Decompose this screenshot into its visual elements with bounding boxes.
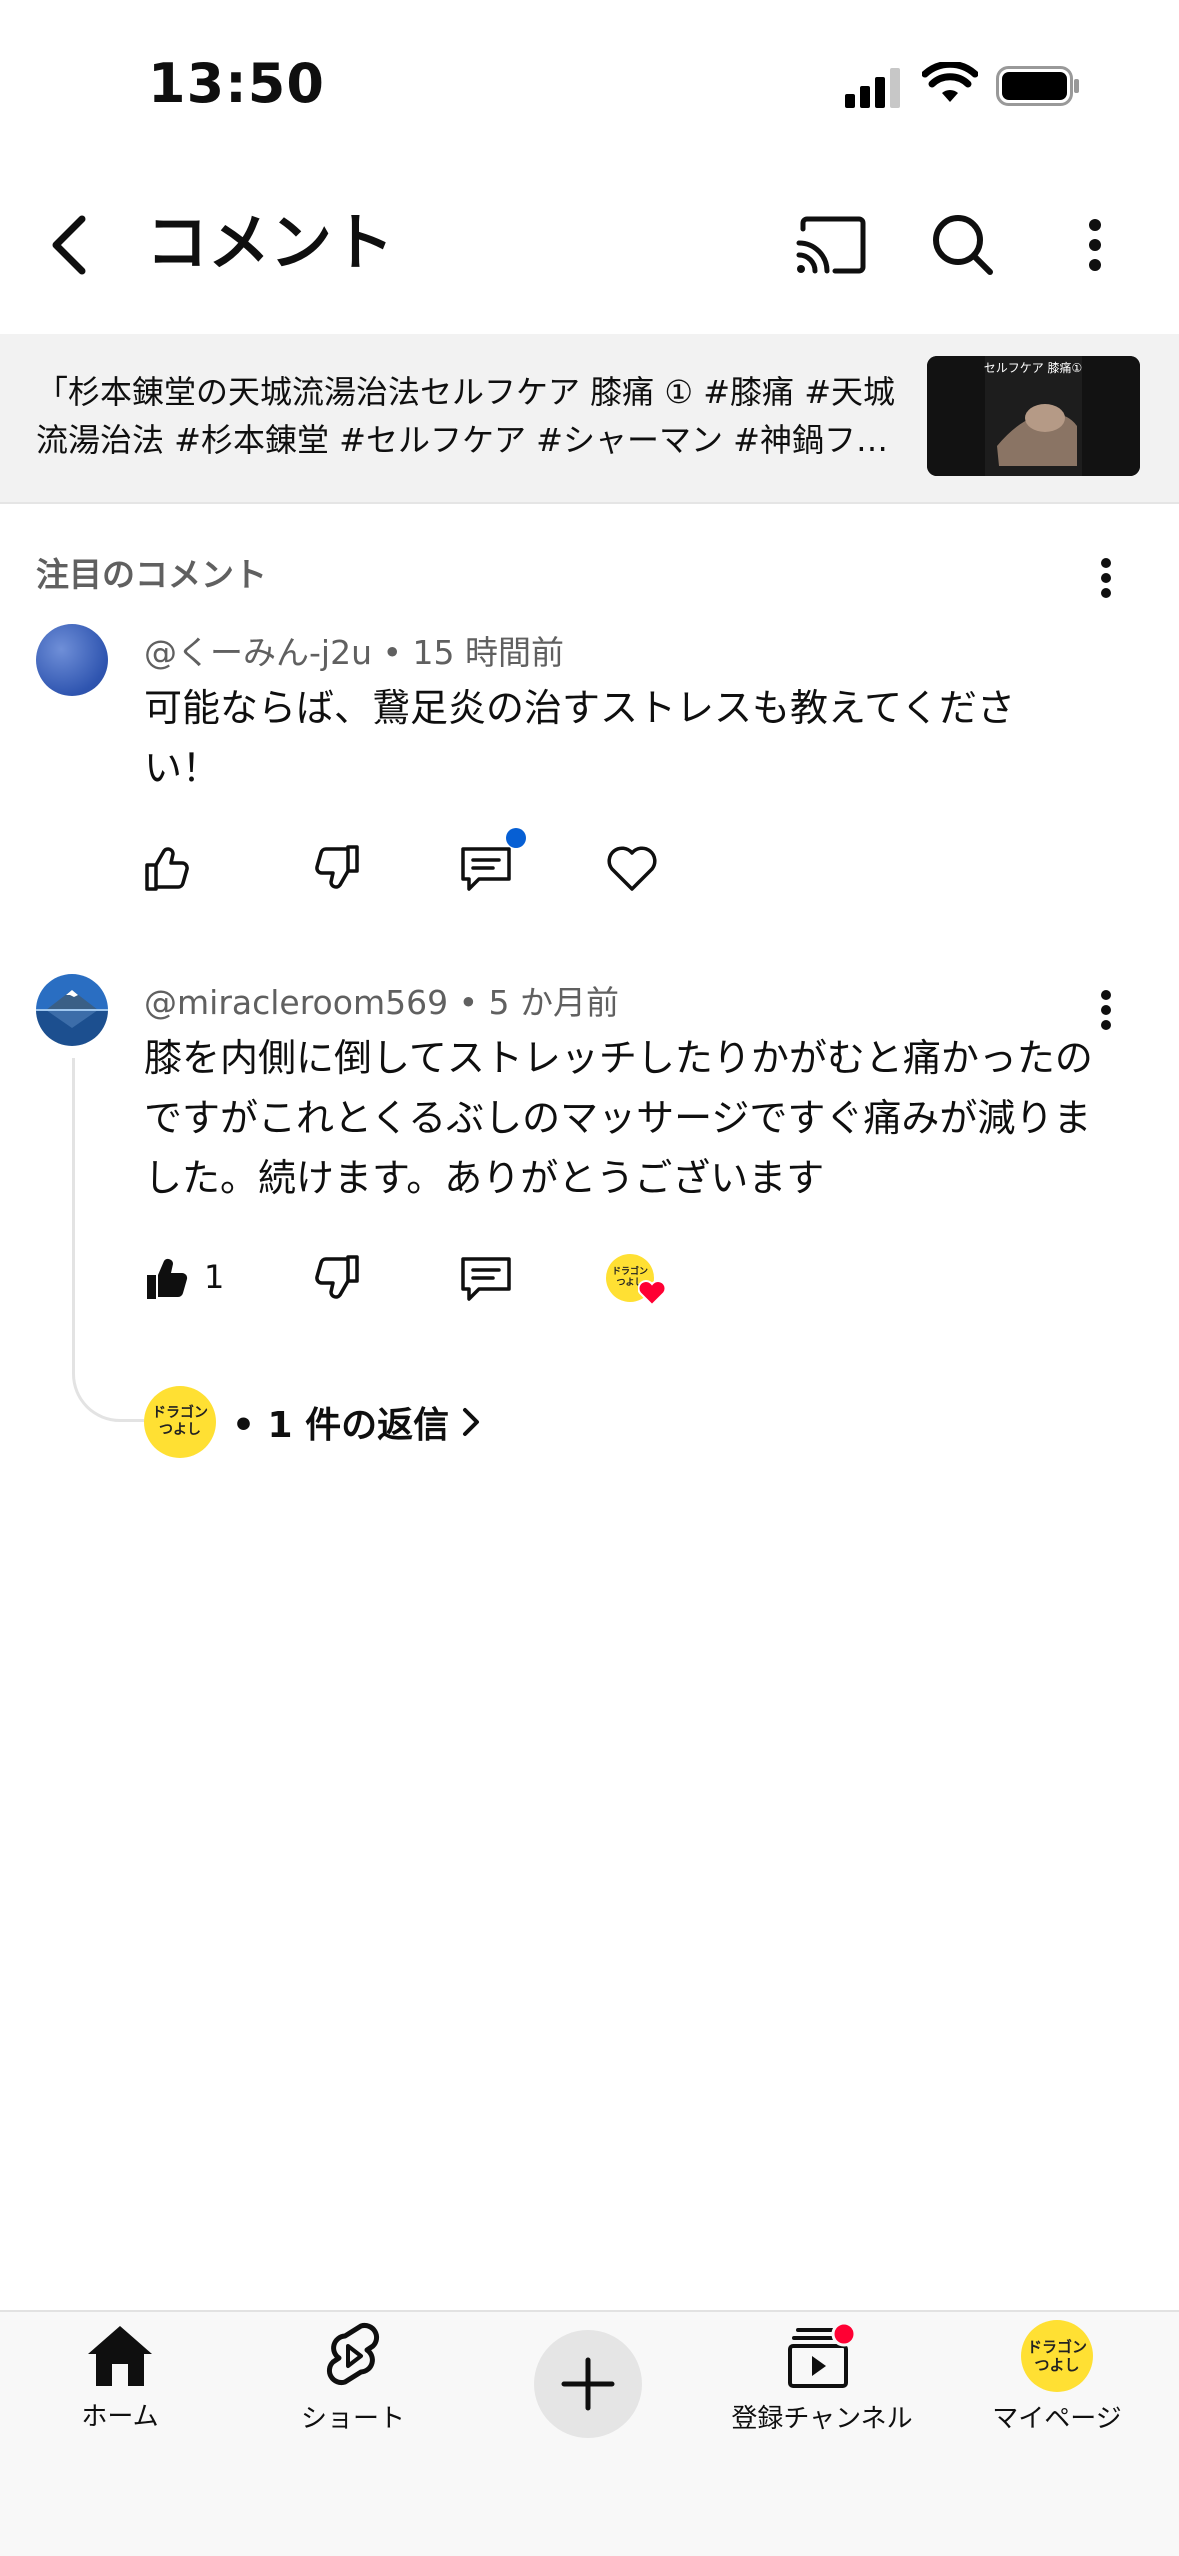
reply-author-avatar: ドラゴン つよし <box>144 1386 216 1458</box>
thread-connector <box>72 1058 144 1422</box>
more-vert-icon <box>1101 990 1111 1030</box>
cellular-signal-icon <box>845 68 900 108</box>
nav-shorts-label: ショート <box>300 2404 405 2434</box>
search-icon <box>933 215 993 275</box>
comment-author-avatar[interactable] <box>36 624 108 696</box>
nav-home-label: ホーム <box>81 2402 159 2432</box>
heart-filled-icon <box>638 1280 666 1306</box>
dislike-button[interactable] <box>306 838 366 898</box>
comment-icon <box>461 1257 511 1301</box>
section-more-button[interactable] <box>1086 548 1126 608</box>
meta-separator: • <box>458 983 489 1022</box>
reply-button[interactable] <box>456 838 516 898</box>
more-vert-icon <box>1101 558 1111 598</box>
thumbs-up-filled-icon <box>147 1259 188 1299</box>
creator-heart-badge: ドラゴン つよし <box>606 1254 666 1306</box>
comment-time: 5 か月前 <box>488 983 620 1022</box>
mountain-lake-image <box>36 974 108 1046</box>
like-count: 1 <box>204 1258 225 1296</box>
replies-count: • 1 件の返信 <box>232 1405 450 1446</box>
status-time: 13:50 <box>148 52 325 115</box>
heart-icon <box>607 846 657 891</box>
page-title: コメント <box>146 206 395 279</box>
dislike-button[interactable] <box>306 1248 366 1308</box>
video-thumbnail[interactable]: セルフケア 膝痛① <box>927 356 1140 476</box>
thumbs-down-icon <box>315 1255 359 1299</box>
thumbnail-image: セルフケア 膝痛① <box>927 356 1140 476</box>
thumbs-down-icon <box>315 845 359 889</box>
comment-author-avatar[interactable] <box>36 974 108 1046</box>
wifi-icon <box>922 62 978 102</box>
cast-button[interactable] <box>786 200 876 290</box>
plus-icon <box>561 2357 615 2411</box>
thumbs-up-icon <box>145 847 189 891</box>
nav-mypage[interactable]: ドラゴン つよし マイページ <box>947 2320 1167 2450</box>
battery-icon <box>996 66 1079 106</box>
comment-meta: @miracleroom569 • 5 か月前 <box>144 976 619 1024</box>
create-button[interactable] <box>534 2330 642 2438</box>
comment-time: 15 時間前 <box>412 633 564 672</box>
comment-text: 可能ならば、鵞足炎の治すストレスも教えてください！ <box>144 686 1015 790</box>
nav-mypage-label: マイページ <box>992 2404 1122 2434</box>
cast-icon <box>796 216 866 274</box>
back-arrow-icon <box>52 215 86 275</box>
meta-separator: • <box>382 633 413 672</box>
subscriptions-icon <box>788 2321 857 2388</box>
nav-subscriptions-label: 登録チャンネル <box>731 2404 913 2434</box>
home-icon <box>88 2326 152 2386</box>
mypage-avatar: ドラゴン つよし <box>1021 2320 1093 2392</box>
video-title[interactable]: 「杉本錬堂の天城流湯治法セルフケア 膝痛 ① #膝痛 #天城流湯治法 #杉本錬堂… <box>36 368 916 464</box>
thumbnail-caption: セルフケア 膝痛① <box>984 360 1083 375</box>
comment-text: 膝を内側に倒してストレッチしたりかがむと痛かったのですがこれとくるぶしのマッサー… <box>144 1036 1093 1200</box>
reply-button[interactable] <box>456 1248 516 1308</box>
more-vert-icon <box>1089 219 1101 271</box>
comment-author[interactable]: @miracleroom569 <box>144 983 448 1022</box>
unread-dot <box>506 828 526 848</box>
comment-icon <box>461 847 511 891</box>
more-options-button[interactable] <box>1050 200 1140 290</box>
nav-home[interactable]: ホーム <box>10 2320 230 2450</box>
comment-author[interactable]: @くーみん-j2u <box>144 633 372 672</box>
heart-button[interactable] <box>602 838 662 898</box>
like-button[interactable] <box>138 838 198 898</box>
nav-shorts[interactable]: ショート <box>243 2320 463 2450</box>
search-button[interactable] <box>918 200 1008 290</box>
section-title: 注目のコメント <box>36 555 267 594</box>
chevron-right-icon <box>463 1408 480 1436</box>
back-button[interactable] <box>36 205 100 285</box>
like-button[interactable] <box>138 1248 198 1308</box>
comment-meta: @くーみん-j2u • 15 時間前 <box>144 626 564 674</box>
view-replies-button[interactable]: • 1 件の返信 <box>232 1396 483 1448</box>
shorts-icon <box>326 2322 380 2386</box>
nav-subscriptions[interactable]: 登録チャンネル <box>712 2320 932 2450</box>
